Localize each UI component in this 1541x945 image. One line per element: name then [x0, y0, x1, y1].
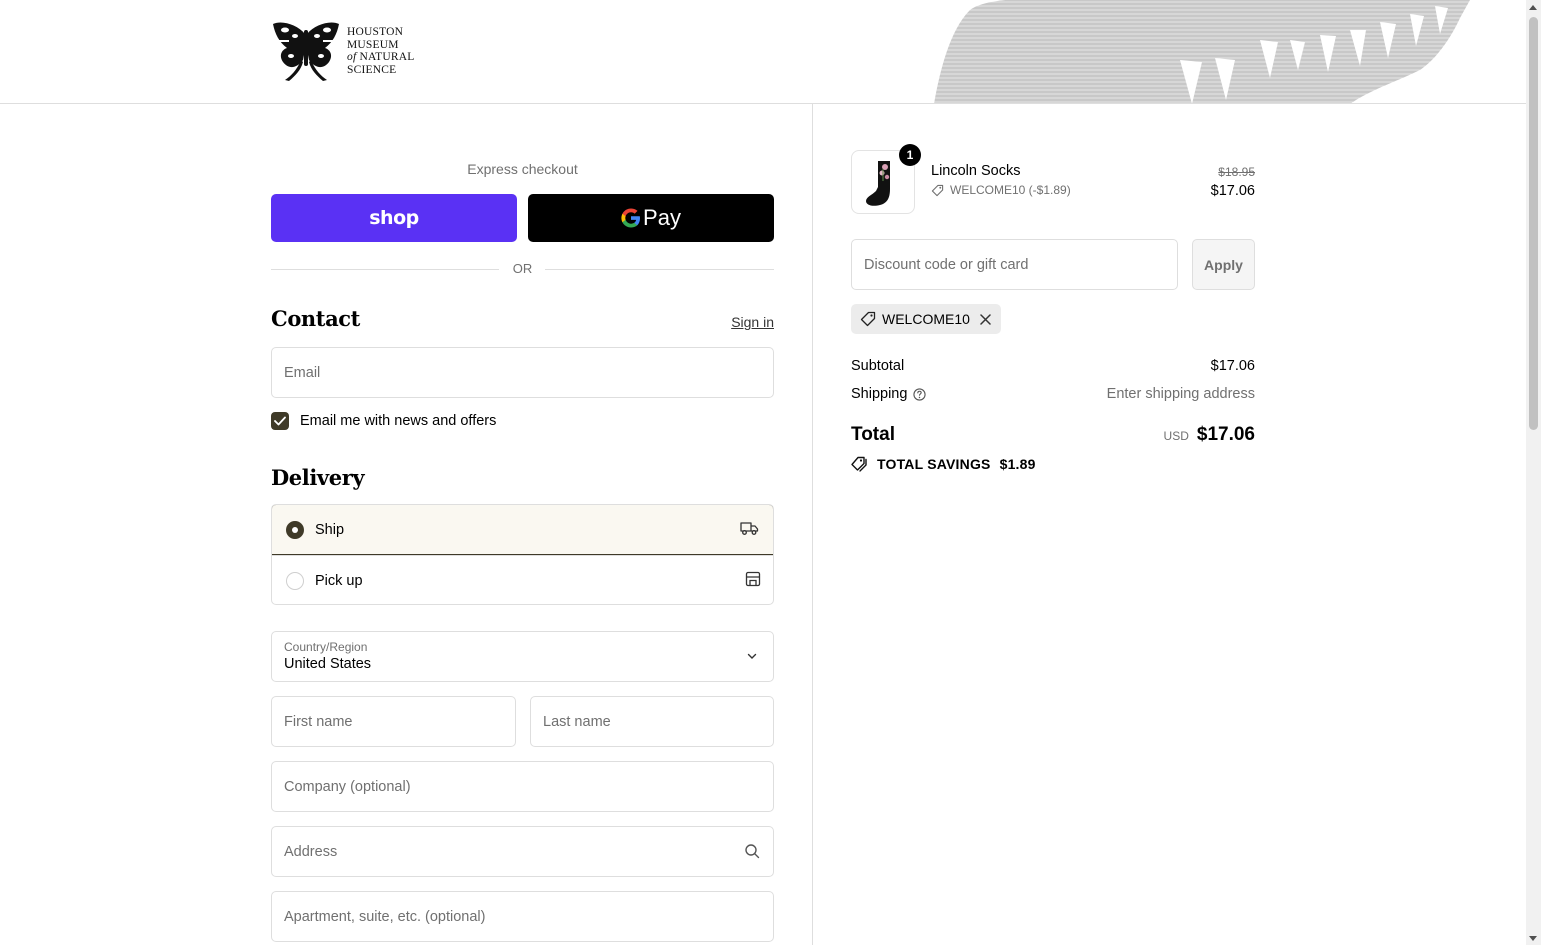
- company-input[interactable]: [272, 762, 773, 811]
- express-checkout-label: Express checkout: [467, 161, 578, 177]
- discount-code-field[interactable]: [851, 239, 1178, 290]
- logo-line: HOUSTON: [347, 26, 404, 38]
- checkmark-icon: [274, 416, 286, 426]
- subtotal-label: Subtotal: [851, 358, 905, 374]
- currency-code: USD: [1163, 429, 1189, 443]
- discount-code-input[interactable]: [852, 240, 1177, 289]
- company-field[interactable]: [271, 761, 774, 812]
- delivery-option-pickup[interactable]: Pick up: [272, 555, 773, 604]
- country-select[interactable]: Country/Region United States: [271, 631, 774, 682]
- total-value: $17.06: [1196, 424, 1255, 445]
- scroll-thumb[interactable]: [1529, 17, 1538, 430]
- contact-heading: Contact: [271, 306, 360, 331]
- newsletter-checkbox[interactable]: [271, 412, 289, 430]
- original-price: $18.95: [1218, 165, 1255, 179]
- dinosaur-skull-illustration: [934, 0, 1470, 103]
- scroll-up-arrow[interactable]: [1529, 5, 1537, 10]
- total-label: Total: [851, 424, 895, 445]
- email-field[interactable]: [271, 347, 774, 398]
- first-name-field[interactable]: [271, 696, 516, 747]
- apartment-input[interactable]: [272, 892, 773, 941]
- shipping-row-label: Shipping: [851, 386, 927, 402]
- apply-button[interactable]: Apply: [1192, 239, 1255, 290]
- divider-line: [545, 269, 774, 270]
- shop-pay-button[interactable]: shop: [271, 194, 517, 242]
- total-savings: TOTAL SAVINGS $1.89: [851, 456, 1036, 472]
- butterfly-icon: [273, 22, 339, 81]
- remove-discount-button[interactable]: [980, 313, 991, 325]
- subtotal-value: $17.06: [1210, 358, 1255, 374]
- close-icon: [980, 313, 991, 325]
- chevron-down-icon: [747, 653, 757, 659]
- address-field[interactable]: [271, 826, 774, 877]
- product-name: Lincoln Socks: [931, 163, 1021, 179]
- shop-pay-label: shop: [369, 207, 419, 229]
- logo-line: MUSEUM: [347, 38, 399, 51]
- scroll-down-arrow[interactable]: [1529, 936, 1537, 941]
- savings-tag-icon: [851, 456, 867, 472]
- country-value: United States: [284, 656, 372, 672]
- site-header: HOUSTON MUSEUM of NATURAL SCIENCE: [0, 0, 1526, 104]
- address-input[interactable]: [272, 827, 773, 876]
- apartment-field[interactable]: [271, 891, 774, 942]
- delivery-heading: Delivery: [271, 465, 365, 490]
- product-discount: WELCOME10 (-$1.89): [931, 183, 1071, 197]
- ship-radio[interactable]: [286, 520, 304, 539]
- first-name-input[interactable]: [272, 697, 515, 746]
- country-label: Country/Region: [284, 640, 368, 654]
- logo-line: NATURAL: [359, 51, 415, 63]
- google-g-icon: [621, 208, 641, 228]
- delivery-option-ship[interactable]: Ship: [272, 505, 773, 555]
- logo-wordmark: HOUSTON MUSEUM of NATURAL SCIENCE: [347, 26, 415, 76]
- total-amount: USD $17.06: [1164, 424, 1255, 446]
- shipping-label: Shipping: [851, 386, 908, 402]
- delivery-method-group: Ship Pick up: [271, 504, 774, 605]
- help-icon[interactable]: [913, 387, 927, 401]
- tag-icon: [860, 311, 876, 327]
- page-scrollbar[interactable]: [1526, 0, 1541, 945]
- newsletter-option[interactable]: Email me with news and offers: [271, 412, 496, 430]
- google-pay-label: Pay: [643, 205, 681, 230]
- tag-icon: [931, 184, 944, 196]
- product-price: $17.06: [1210, 183, 1255, 199]
- pickup-label: Pick up: [315, 572, 363, 589]
- total-savings-label: TOTAL SAVINGS: [877, 456, 991, 472]
- last-name-field[interactable]: [530, 696, 774, 747]
- logo-line: SCIENCE: [347, 63, 397, 76]
- quantity-badge: 1: [899, 144, 921, 166]
- applied-discount-chip: WELCOME10: [851, 304, 1001, 334]
- store-icon: [745, 571, 761, 587]
- or-divider: OR: [271, 261, 774, 277]
- product-discount-label: WELCOME10 (-$1.89): [950, 183, 1071, 197]
- truck-icon: [740, 522, 759, 535]
- google-pay-button[interactable]: Pay: [528, 194, 774, 242]
- pickup-radio[interactable]: [286, 571, 304, 590]
- ship-label: Ship: [315, 521, 345, 538]
- museum-logo[interactable]: HOUSTON MUSEUM of NATURAL SCIENCE: [271, 20, 415, 82]
- email-input[interactable]: [272, 348, 773, 397]
- logo-line: of: [347, 51, 357, 63]
- product-thumbnail: 1: [851, 144, 921, 214]
- order-summary-panel: [812, 104, 1526, 945]
- shipping-value: Enter shipping address: [1106, 386, 1255, 402]
- sign-in-link[interactable]: Sign in: [731, 314, 774, 330]
- search-icon[interactable]: [744, 843, 760, 859]
- total-savings-value: $1.89: [999, 456, 1036, 472]
- newsletter-label: Email me with news and offers: [300, 413, 497, 429]
- last-name-input[interactable]: [531, 697, 773, 746]
- applied-discount-code: WELCOME10: [882, 311, 970, 327]
